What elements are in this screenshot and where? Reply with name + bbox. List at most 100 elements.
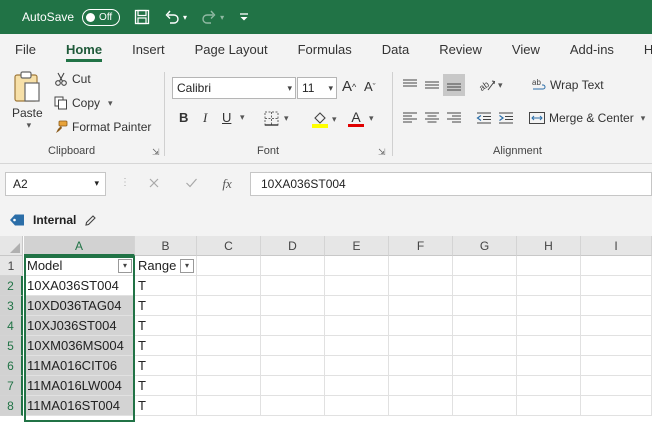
- table-cell[interactable]: 10XA036ST004: [24, 276, 135, 296]
- align-center-button[interactable]: [424, 111, 440, 125]
- empty-cell[interactable]: [325, 256, 389, 276]
- empty-cell[interactable]: [389, 316, 453, 336]
- empty-cell[interactable]: [389, 396, 453, 416]
- empty-cell[interactable]: [517, 336, 581, 356]
- column-header-c[interactable]: C: [197, 236, 261, 256]
- filter-dropdown-icon[interactable]: ▾: [118, 259, 132, 273]
- table-cell[interactable]: 10XJ036ST004: [24, 316, 135, 336]
- empty-cell[interactable]: [389, 296, 453, 316]
- table-cell[interactable]: 11MA016LW004: [24, 376, 135, 396]
- empty-cell[interactable]: [197, 336, 261, 356]
- table-cell[interactable]: T: [135, 336, 197, 356]
- table-cell[interactable]: T: [135, 376, 197, 396]
- empty-cell[interactable]: [517, 276, 581, 296]
- chevron-down-icon[interactable]: ▾: [287, 83, 292, 94]
- empty-cell[interactable]: [261, 336, 325, 356]
- font-size-combo[interactable]: 11 ▾: [297, 77, 337, 99]
- empty-cell[interactable]: [197, 256, 261, 276]
- save-icon[interactable]: [134, 9, 150, 25]
- tab-help[interactable]: Help: [629, 34, 652, 64]
- borders-dropdown-icon[interactable]: ▾: [284, 113, 289, 124]
- tab-home[interactable]: Home: [51, 34, 117, 64]
- header-cell-model[interactable]: Model ▾: [24, 256, 135, 276]
- customize-toolbar-icon[interactable]: [238, 11, 250, 23]
- empty-cell[interactable]: [453, 256, 517, 276]
- empty-cell[interactable]: [581, 336, 652, 356]
- empty-cell[interactable]: [261, 396, 325, 416]
- empty-cell[interactable]: [581, 356, 652, 376]
- autosave-toggle[interactable]: Off: [82, 8, 121, 26]
- row-header[interactable]: 3: [0, 296, 23, 316]
- borders-button[interactable]: ▾: [264, 111, 289, 126]
- table-cell[interactable]: 10XD036TAG04: [24, 296, 135, 316]
- name-box[interactable]: A2 ▾: [5, 172, 106, 196]
- empty-cell[interactable]: [453, 316, 517, 336]
- tab-add-ins[interactable]: Add-ins: [555, 34, 629, 64]
- align-left-button[interactable]: [402, 111, 418, 125]
- empty-cell[interactable]: [581, 376, 652, 396]
- empty-cell[interactable]: [325, 276, 389, 296]
- select-all-button[interactable]: [0, 236, 23, 256]
- row-header[interactable]: 2: [0, 276, 23, 296]
- empty-cell[interactable]: [581, 296, 652, 316]
- align-right-button[interactable]: [446, 111, 462, 125]
- header-cell-range[interactable]: Range ▾: [135, 256, 197, 276]
- table-cell[interactable]: T: [135, 296, 197, 316]
- column-header-g[interactable]: G: [453, 236, 517, 256]
- undo-dropdown-icon[interactable]: ▾: [183, 13, 187, 22]
- fill-color-dropdown-icon[interactable]: ▾: [332, 114, 337, 125]
- edit-pencil-icon[interactable]: [84, 214, 97, 227]
- table-cell[interactable]: T: [135, 276, 197, 296]
- cut-button[interactable]: Cut: [54, 72, 91, 86]
- empty-cell[interactable]: [261, 356, 325, 376]
- row-header[interactable]: 1: [0, 256, 23, 276]
- middle-align-button[interactable]: [424, 78, 440, 92]
- bottom-align-button[interactable]: [443, 74, 465, 96]
- drag-handle-icon[interactable]: ⋮: [120, 177, 130, 188]
- wrap-text-button[interactable]: ab Wrap Text: [532, 78, 604, 92]
- table-cell[interactable]: T: [135, 356, 197, 376]
- empty-cell[interactable]: [581, 396, 652, 416]
- underline-button[interactable]: U: [222, 110, 231, 125]
- sensitivity-label[interactable]: Internal: [33, 213, 76, 227]
- orientation-dropdown-icon[interactable]: ▾: [498, 80, 503, 91]
- undo-icon[interactable]: ▾: [164, 9, 187, 25]
- shrink-font-button[interactable]: Aˇ: [364, 79, 376, 94]
- empty-cell[interactable]: [325, 396, 389, 416]
- chevron-down-icon[interactable]: ▾: [94, 178, 99, 189]
- empty-cell[interactable]: [453, 276, 517, 296]
- tab-insert[interactable]: Insert: [117, 34, 180, 64]
- row-header[interactable]: 7: [0, 376, 23, 396]
- tab-file[interactable]: File: [0, 34, 51, 64]
- orientation-button[interactable]: ab ▾: [478, 78, 503, 92]
- empty-cell[interactable]: [517, 376, 581, 396]
- grow-font-button[interactable]: A ^: [342, 78, 356, 95]
- empty-cell[interactable]: [453, 396, 517, 416]
- empty-cell[interactable]: [389, 256, 453, 276]
- empty-cell[interactable]: [453, 296, 517, 316]
- empty-cell[interactable]: [325, 356, 389, 376]
- empty-cell[interactable]: [389, 356, 453, 376]
- empty-cell[interactable]: [517, 256, 581, 276]
- tab-view[interactable]: View: [497, 34, 555, 64]
- empty-cell[interactable]: [197, 316, 261, 336]
- column-header-b[interactable]: B: [135, 236, 197, 256]
- empty-cell[interactable]: [517, 296, 581, 316]
- merge-dropdown-icon[interactable]: ▾: [641, 113, 646, 124]
- tab-page-layout[interactable]: Page Layout: [180, 34, 283, 64]
- decrease-indent-button[interactable]: [476, 111, 492, 125]
- empty-cell[interactable]: [517, 316, 581, 336]
- filter-dropdown-icon[interactable]: ▾: [180, 259, 194, 273]
- empty-cell[interactable]: [261, 316, 325, 336]
- table-cell[interactable]: 11MA016ST004: [24, 396, 135, 416]
- enter-icon[interactable]: [185, 177, 198, 192]
- font-launcher-icon[interactable]: ⇲: [378, 147, 386, 158]
- table-cell[interactable]: 10XM036MS004: [24, 336, 135, 356]
- table-cell[interactable]: T: [135, 316, 197, 336]
- column-header-e[interactable]: E: [325, 236, 389, 256]
- column-header-f[interactable]: F: [389, 236, 453, 256]
- empty-cell[interactable]: [197, 376, 261, 396]
- table-cell[interactable]: T: [135, 396, 197, 416]
- merge-center-button[interactable]: Merge & Center ▾: [529, 111, 645, 125]
- cancel-icon[interactable]: [148, 177, 160, 192]
